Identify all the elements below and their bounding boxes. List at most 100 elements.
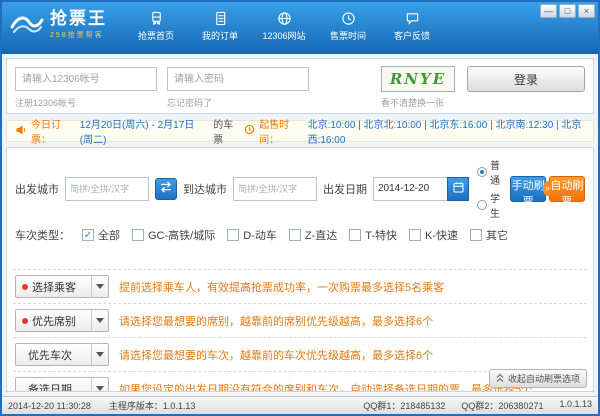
arrive-city-label: 到达城市	[183, 181, 227, 197]
swap-arrows-icon	[159, 180, 173, 197]
close-button[interactable]: ×	[578, 4, 595, 18]
chevron-right-icon: »	[543, 181, 552, 196]
required-dot-icon	[22, 284, 28, 290]
button-label: 备选日期	[16, 381, 91, 393]
button-label: 选择乘客	[32, 279, 91, 295]
swap-cities-button[interactable]	[155, 178, 177, 200]
manual-refresh-button[interactable]: 手动刷票	[510, 176, 546, 202]
chevron-down-icon	[92, 284, 108, 289]
depart-date-label: 出发日期	[323, 181, 367, 197]
train-type-row: 车次类型： 全部 GC-高铁/城际 D-动车 Z-直达 T-特快	[13, 227, 587, 251]
depart-date-input[interactable]	[373, 177, 447, 201]
register-link[interactable]: 注册12306帐号	[15, 96, 167, 109]
minimize-button[interactable]: —	[540, 4, 557, 18]
checkbox-icon	[349, 229, 361, 241]
today-ticket-label: 今日订票：	[31, 116, 76, 146]
main-nav: 抢票首页 我的订单 12306网站	[133, 11, 435, 42]
chevron-down-icon	[92, 386, 108, 391]
login-panel: RNYE 登录 注册12306帐号 忘记密码了 看不清楚换一张	[6, 58, 594, 114]
checkbox-label: Z-直达	[305, 227, 337, 243]
depart-city-input[interactable]	[65, 177, 149, 201]
chevron-down-icon	[92, 352, 108, 357]
window-controls: — □ ×	[540, 4, 595, 18]
captcha-image[interactable]: RNYE	[381, 66, 455, 92]
title-bar: 抢票王 258抢票帮客 抢票首页	[2, 2, 598, 54]
calendar-icon	[452, 181, 465, 197]
status-qq-group-1: QQ群1：218485132	[363, 399, 445, 412]
brand-text: 抢票王 258抢票帮客	[50, 10, 107, 40]
forgot-password-link[interactable]: 忘记密码了	[167, 96, 381, 109]
radio-student[interactable]: 学生	[477, 190, 500, 220]
status-version-2: 1.0.1.13	[559, 399, 592, 412]
checkbox-label: 其它	[486, 227, 508, 243]
collapse-button-label: 收起自动刷票选项	[508, 372, 580, 385]
select-passenger-button[interactable]: 选择乘客	[15, 275, 109, 298]
checkbox-icon	[82, 229, 94, 241]
depart-date-group	[373, 177, 469, 201]
passenger-type-radios: 普通 学生	[477, 157, 500, 220]
search-form-row: 出发城市 到达城市 出发日期	[13, 152, 587, 227]
radio-dot-icon	[477, 167, 487, 177]
collapse-options-button[interactable]: 收起自动刷票选项	[489, 369, 587, 388]
chevron-down-icon	[92, 318, 108, 323]
nav-item-12306[interactable]: 12306网站	[261, 11, 307, 42]
today-ticket-range: 12月20日(周六) - 2月17日(周二)	[80, 116, 206, 146]
checkbox-icon	[470, 229, 482, 241]
calendar-button[interactable]	[447, 177, 469, 201]
radio-student-label: 学生	[490, 190, 500, 220]
sale-time-label: 起售时间：	[259, 116, 304, 146]
status-version: 主程序版本：1.0.1.13	[109, 399, 196, 412]
checkbox-icon	[289, 229, 301, 241]
nav-item-home[interactable]: 抢票首页	[133, 11, 179, 42]
nav-item-sale-time[interactable]: 售票时间	[325, 11, 371, 42]
app-window: 抢票王 258抢票帮客 抢票首页	[0, 0, 600, 416]
login-button[interactable]: 登录	[467, 66, 585, 92]
small-clock-icon	[244, 124, 255, 138]
arrive-city-input[interactable]	[233, 177, 317, 201]
radio-normal[interactable]: 普通	[477, 157, 500, 187]
brand: 抢票王 258抢票帮客	[10, 10, 107, 40]
checkbox-icon	[227, 229, 239, 241]
checkbox-other-type[interactable]: 其它	[470, 227, 508, 243]
account-input[interactable]	[15, 67, 157, 91]
order-icon	[213, 11, 228, 26]
checkbox-t-type[interactable]: T-特快	[349, 227, 397, 243]
alternate-date-button[interactable]: 备选日期	[15, 377, 109, 392]
horn-icon	[15, 124, 27, 139]
feedback-icon	[405, 11, 420, 26]
maximize-button[interactable]: □	[559, 4, 576, 18]
app-subtitle: 258抢票帮客	[50, 30, 107, 40]
search-panel: 出发城市 到达城市 出发日期	[6, 147, 594, 392]
seat-hint: 请选择您最想要的席别，越靠前的席别优先级越高，最多选择6个	[119, 313, 433, 329]
select-passenger-row: 选择乘客 提前选择乘车人，有效提高抢票成功率，一次购票最多选择5名乘客	[13, 269, 587, 303]
checkbox-label: 全部	[98, 227, 120, 243]
clock-icon	[341, 11, 356, 26]
status-time: 2014-12-20 11:30:28	[8, 401, 91, 411]
captcha-refresh-link[interactable]: 看不清楚换一张	[381, 96, 585, 109]
checkbox-label: T-特快	[365, 227, 397, 243]
checkbox-label: GC-高铁/城际	[148, 227, 215, 243]
checkbox-z-type[interactable]: Z-直达	[289, 227, 337, 243]
checkbox-label: D-动车	[243, 227, 277, 243]
train-priority-button[interactable]: 优先车次	[15, 343, 109, 366]
date-hint: 如果您设定的出发日期没有符合的席别和车次，自动选择备选日期的票，最多选择5个	[119, 381, 532, 393]
nav-item-label: 售票时间	[330, 29, 366, 42]
train-priority-row: 优先车次 请选择您最想要的车次，越靠前的车次优先级越高，最多选择6个	[13, 337, 587, 371]
seat-priority-row: 优先席别 请选择您最想要的席别，越靠前的席别优先级越高，最多选择6个	[13, 303, 587, 337]
today-ticket-suffix: 的车票	[213, 116, 240, 146]
auto-refresh-button[interactable]: 自动刷票	[549, 176, 585, 202]
checkbox-icon	[409, 229, 421, 241]
button-label: 优先车次	[16, 347, 91, 363]
nav-item-label: 客户反馈	[394, 29, 430, 42]
seat-priority-button[interactable]: 优先席别	[15, 309, 109, 332]
checkbox-all-types[interactable]: 全部	[82, 227, 120, 243]
button-label: 优先席别	[32, 313, 91, 329]
checkbox-d-type[interactable]: D-动车	[227, 227, 277, 243]
nav-item-feedback[interactable]: 客户反馈	[389, 11, 435, 42]
app-title: 抢票王	[50, 10, 107, 28]
globe-icon	[277, 11, 292, 26]
checkbox-gc-type[interactable]: GC-高铁/城际	[132, 227, 215, 243]
password-input[interactable]	[167, 67, 309, 91]
nav-item-orders[interactable]: 我的订单	[197, 11, 243, 42]
checkbox-k-type[interactable]: K-快速	[409, 227, 458, 243]
